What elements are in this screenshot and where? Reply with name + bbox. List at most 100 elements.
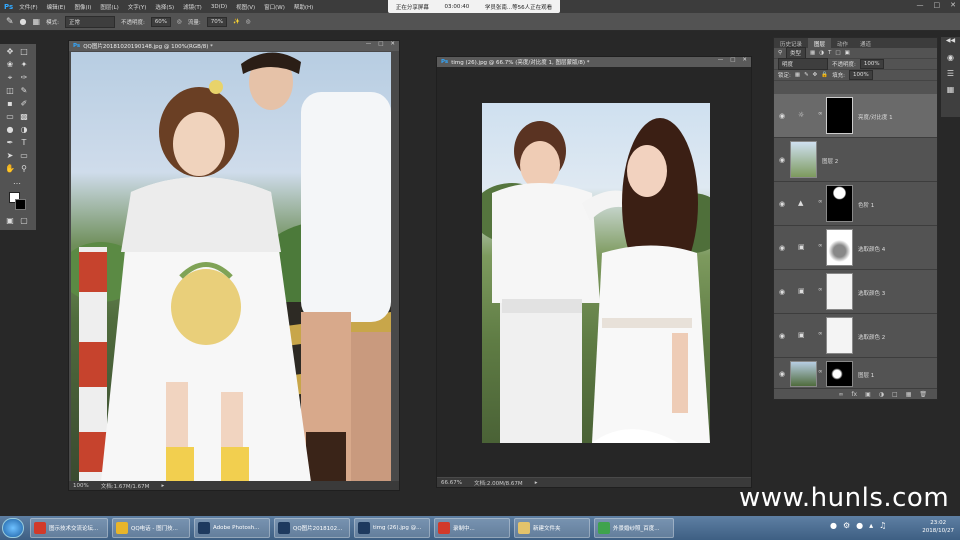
type-tool-icon[interactable]: T [19,138,29,148]
add-mask-icon[interactable]: ▣ [865,391,871,398]
layer-row[interactable]: ◉ 图层 2 [774,138,937,182]
clock[interactable]: 23:02 2018/10/27 [922,519,954,535]
airbrush-icon[interactable]: ✨ [233,19,240,25]
layer-name[interactable]: 亮度/对比度 1 [858,113,893,121]
opacity-input[interactable]: 60% [150,16,172,27]
chain-link-icon[interactable]: ∞ [818,243,823,249]
menu-file[interactable]: 文件(F) [19,3,37,11]
minimize-icon[interactable]: — [366,41,372,47]
chain-link-icon[interactable]: ∞ [818,331,823,337]
background-color-swatch[interactable] [15,199,26,210]
new-layer-icon[interactable]: ▦ [906,391,912,398]
chain-link-icon[interactable]: ∞ [818,199,823,205]
taskbar-item[interactable]: 新建文件夹 [514,518,590,538]
document-window-1[interactable]: Ps QQ图片20181020190148.jpg @ 100%(RGB/8) … [68,40,400,491]
properties-panel-icon[interactable]: ▦ [941,85,960,101]
brush-panel-icon[interactable]: ▦ [33,17,41,26]
brush-tool-icon-box[interactable]: ✎ [19,86,29,96]
expand-icon[interactable]: ◀◀ [941,37,960,53]
menu-view[interactable]: 视图(V) [236,3,255,11]
network-icon[interactable]: ▴ [869,521,873,530]
start-button[interactable] [2,518,24,538]
status-arrow-icon[interactable]: ▸ [535,480,538,486]
layer-name[interactable]: 图层 2 [822,157,838,165]
layer-row[interactable]: ◉ ▣ ∞ 选取颜色 3 [774,270,937,314]
document-2-zoom[interactable]: 66.67% [441,480,462,486]
move-tool-icon[interactable]: ✥ [5,47,15,57]
minimize-icon[interactable]: — [917,1,924,9]
close-icon[interactable]: ✕ [950,1,956,9]
lock-all-icon[interactable]: 🔒 [821,72,828,78]
lasso-tool-icon[interactable]: ❀ [5,60,15,70]
minimize-icon[interactable]: — [718,57,724,63]
lock-pixels-icon[interactable]: ▦ [795,72,800,78]
screen-mode-icon[interactable]: ▢ [19,216,29,226]
color-panel-icon[interactable]: ◉ [941,53,960,69]
layer-mask-thumb[interactable] [826,273,853,310]
trash-icon[interactable]: 🗑 [919,391,927,398]
more-tools-icon[interactable]: … [12,177,22,187]
layer-row[interactable]: ◉ ▲ ∞ 色阶 1 [774,182,937,226]
hand-tool-icon[interactable]: ✋ [5,164,15,174]
close-icon[interactable]: ✕ [742,57,747,63]
layer-row[interactable]: ◉ ▣ ∞ 选取颜色 4 [774,226,937,270]
gradient-tool-icon[interactable]: ▩ [19,112,29,122]
taskbar-item[interactable]: timg (26).jpg @... [354,518,430,538]
eye-icon[interactable]: ◉ [779,370,785,378]
chain-link-icon[interactable]: ∞ [818,369,823,375]
crop-tool-icon[interactable]: ⌖ [5,73,15,83]
mode-select[interactable]: 正常 [64,15,115,28]
eye-icon[interactable]: ◉ [779,288,785,296]
pressure-opacity-icon[interactable]: ◎ [177,19,182,25]
layer-mask-thumb[interactable] [826,317,853,354]
layer-name[interactable]: 图层 1 [858,371,874,379]
filter-adjustment-icon[interactable]: ◑ [819,50,824,56]
pen-tool-icon[interactable]: ✒ [5,138,15,148]
filter-pixel-icon[interactable]: ▦ [810,50,815,56]
quick-mask-icon[interactable]: ▣ [5,216,15,226]
menu-edit[interactable]: 编辑(E) [47,3,66,11]
history-brush-tool-icon[interactable]: ✐ [19,99,29,109]
taskbar-item[interactable]: Adobe Photosh... [194,518,270,538]
brush-preset-icon[interactable]: ● [20,17,27,26]
menu-image[interactable]: 图像(I) [74,3,91,11]
lock-move-icon[interactable]: ✥ [813,72,818,78]
blend-mode-select[interactable]: 明度 [778,58,828,70]
tab-actions[interactable]: 动作 [831,38,854,48]
layer-mask-thumb[interactable] [826,185,853,222]
fx-icon[interactable]: fx [851,391,857,398]
qq-tray-icon[interactable]: ● [830,521,837,530]
share-viewers[interactable]: 学员张南...等56人正在观看 [485,3,552,11]
menu-help[interactable]: 帮助(H) [294,3,313,11]
document-1-title-bar[interactable]: Ps QQ图片20181020190148.jpg @ 100%(RGB/8) … [69,41,399,51]
eye-icon[interactable]: ◉ [779,112,785,120]
layer-row[interactable]: ◉ ☼ ∞ 亮度/对比度 1 [774,94,937,138]
brush-tool-icon[interactable]: ✎ [6,17,14,27]
new-group-icon[interactable]: □ [892,391,898,398]
layer-mask-thumb[interactable] [826,97,853,134]
status-arrow-icon[interactable]: ▸ [161,483,164,489]
eye-icon[interactable]: ◉ [779,244,785,252]
filter-shape-icon[interactable]: □ [835,50,840,56]
menu-select[interactable]: 选择(S) [155,3,174,11]
pressure-size-icon[interactable]: ◎ [246,19,251,25]
blur-tool-icon[interactable]: ● [5,125,15,135]
zoom-tool-icon[interactable]: ⚲ [19,164,29,174]
chain-link-icon[interactable]: ∞ [818,111,823,117]
eye-icon[interactable]: ◉ [779,156,785,164]
menu-type[interactable]: 文字(Y) [128,3,147,11]
document-window-2[interactable]: Ps timg (26).jpg @ 66.7% (亮度/对比度 1, 图层蒙版… [436,56,752,488]
document-2-title-bar[interactable]: Ps timg (26).jpg @ 66.7% (亮度/对比度 1, 图层蒙版… [437,57,751,67]
layer-name[interactable]: 选取颜色 4 [858,245,885,253]
path-select-tool-icon[interactable]: ➤ [5,151,15,161]
maximize-icon[interactable]: □ [378,41,383,47]
layers-panel-icon[interactable]: ☰ [941,69,960,85]
tray-app-icon[interactable]: ● [856,521,863,530]
taskbar-item[interactable]: QQ电话 - 图门技... [112,518,190,538]
stamp-tool-icon[interactable]: ▪ [5,99,15,109]
layer-name[interactable]: 选取颜色 2 [858,333,885,341]
eyedropper-tool-icon[interactable]: ✑ [19,73,29,83]
volume-icon[interactable]: ♫ [879,521,886,530]
fill-input[interactable]: 100% [849,70,873,80]
taskbar-item[interactable]: 图示技术交流论坛... [30,518,108,538]
